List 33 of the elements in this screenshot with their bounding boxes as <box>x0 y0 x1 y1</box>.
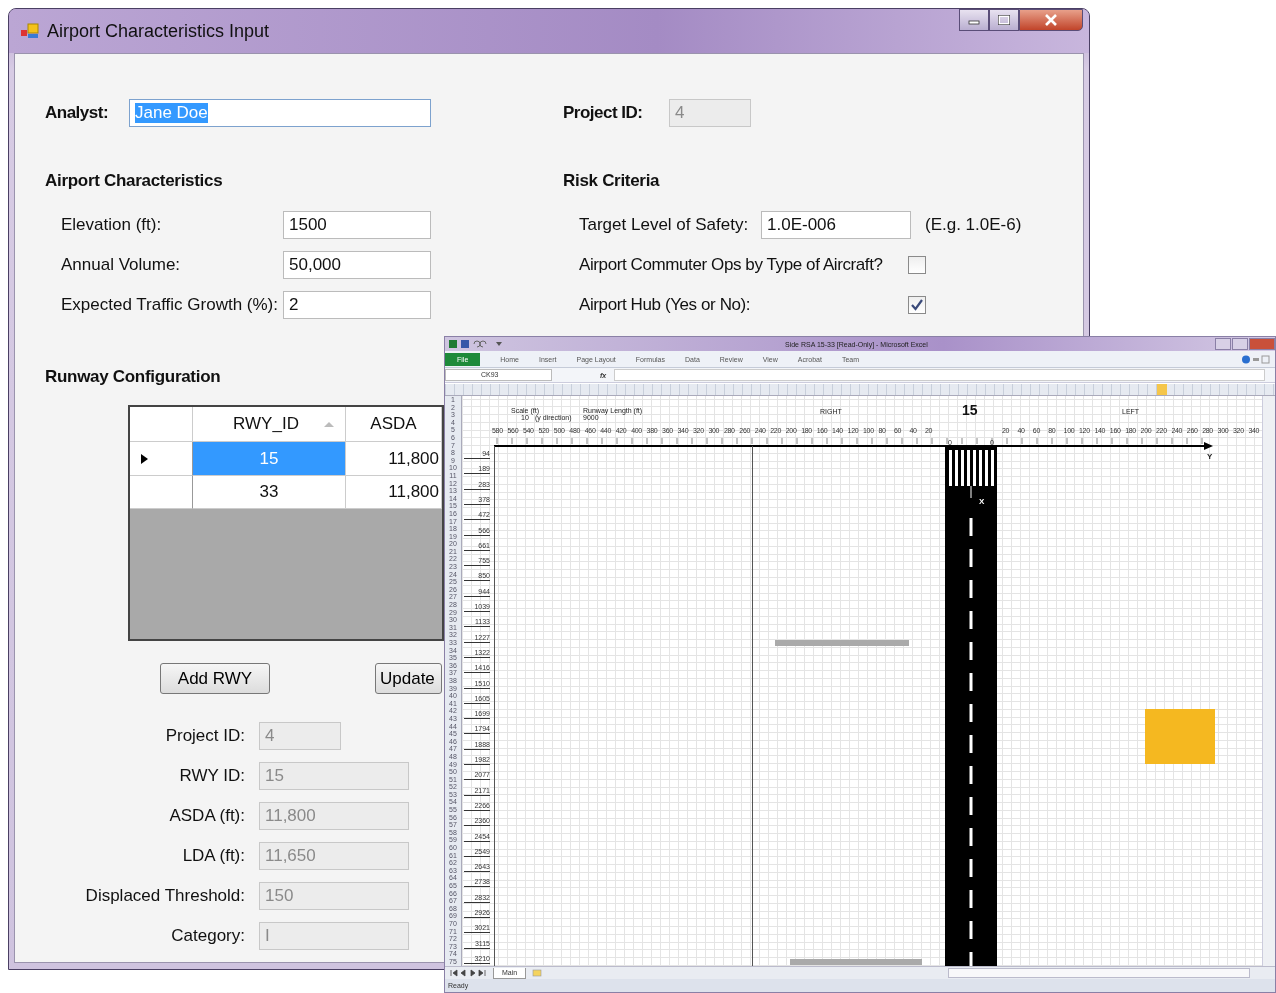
axis-label: Y <box>1207 452 1213 461</box>
table-cell[interactable]: 33 <box>193 476 346 509</box>
checkbox-label: Airport Hub (Yes or No): <box>578 295 752 315</box>
input-field[interactable]: 1500 <box>283 211 431 239</box>
project-id-label: Project ID: <box>563 103 644 123</box>
field-label: Expected Traffic Growth (%): <box>60 295 279 315</box>
analyst-label: Analyst: <box>45 103 110 123</box>
action-button[interactable]: Add RWY <box>160 663 270 694</box>
field-label: Displaced Threshold: <box>84 885 246 906</box>
input-field[interactable]: 2 <box>283 291 431 319</box>
field-label: Category: <box>170 925 246 946</box>
section-heading: Runway Configuration <box>45 367 221 388</box>
hint-text: (E.g. 1.0E-6) <box>925 215 1022 235</box>
input-field[interactable]: 1.0E-006 <box>761 211 911 239</box>
action-button[interactable]: Update <box>375 663 442 694</box>
table-cell[interactable]: 11,800 <box>346 476 442 509</box>
input-field[interactable]: 50,000 <box>283 251 431 279</box>
section-heading: Risk Criteria <box>563 171 660 192</box>
field-label: LDA (ft): <box>181 845 246 866</box>
field-label: Annual Volume: <box>60 255 182 275</box>
column-header[interactable]: ASDA <box>346 407 442 442</box>
field-label: RWY ID: <box>178 765 246 786</box>
field-label: Project ID: <box>164 725 246 746</box>
field-label: Target Level of Safety: <box>578 215 750 235</box>
section-heading: Airport Characteristics <box>45 171 223 192</box>
checkbox-label: Airport Commuter Ops by Type of Aircraft? <box>578 255 884 275</box>
window-title: Airport Characteristics Input <box>47 20 270 42</box>
table-cell[interactable]: 11,800 <box>346 442 442 476</box>
field-label: ASDA (ft): <box>168 805 246 826</box>
axis-label: X <box>979 497 985 506</box>
runway-number: 15 <box>962 402 978 418</box>
field-label: Elevation (ft): <box>60 215 163 235</box>
column-header[interactable]: RWY_ID <box>193 407 346 442</box>
